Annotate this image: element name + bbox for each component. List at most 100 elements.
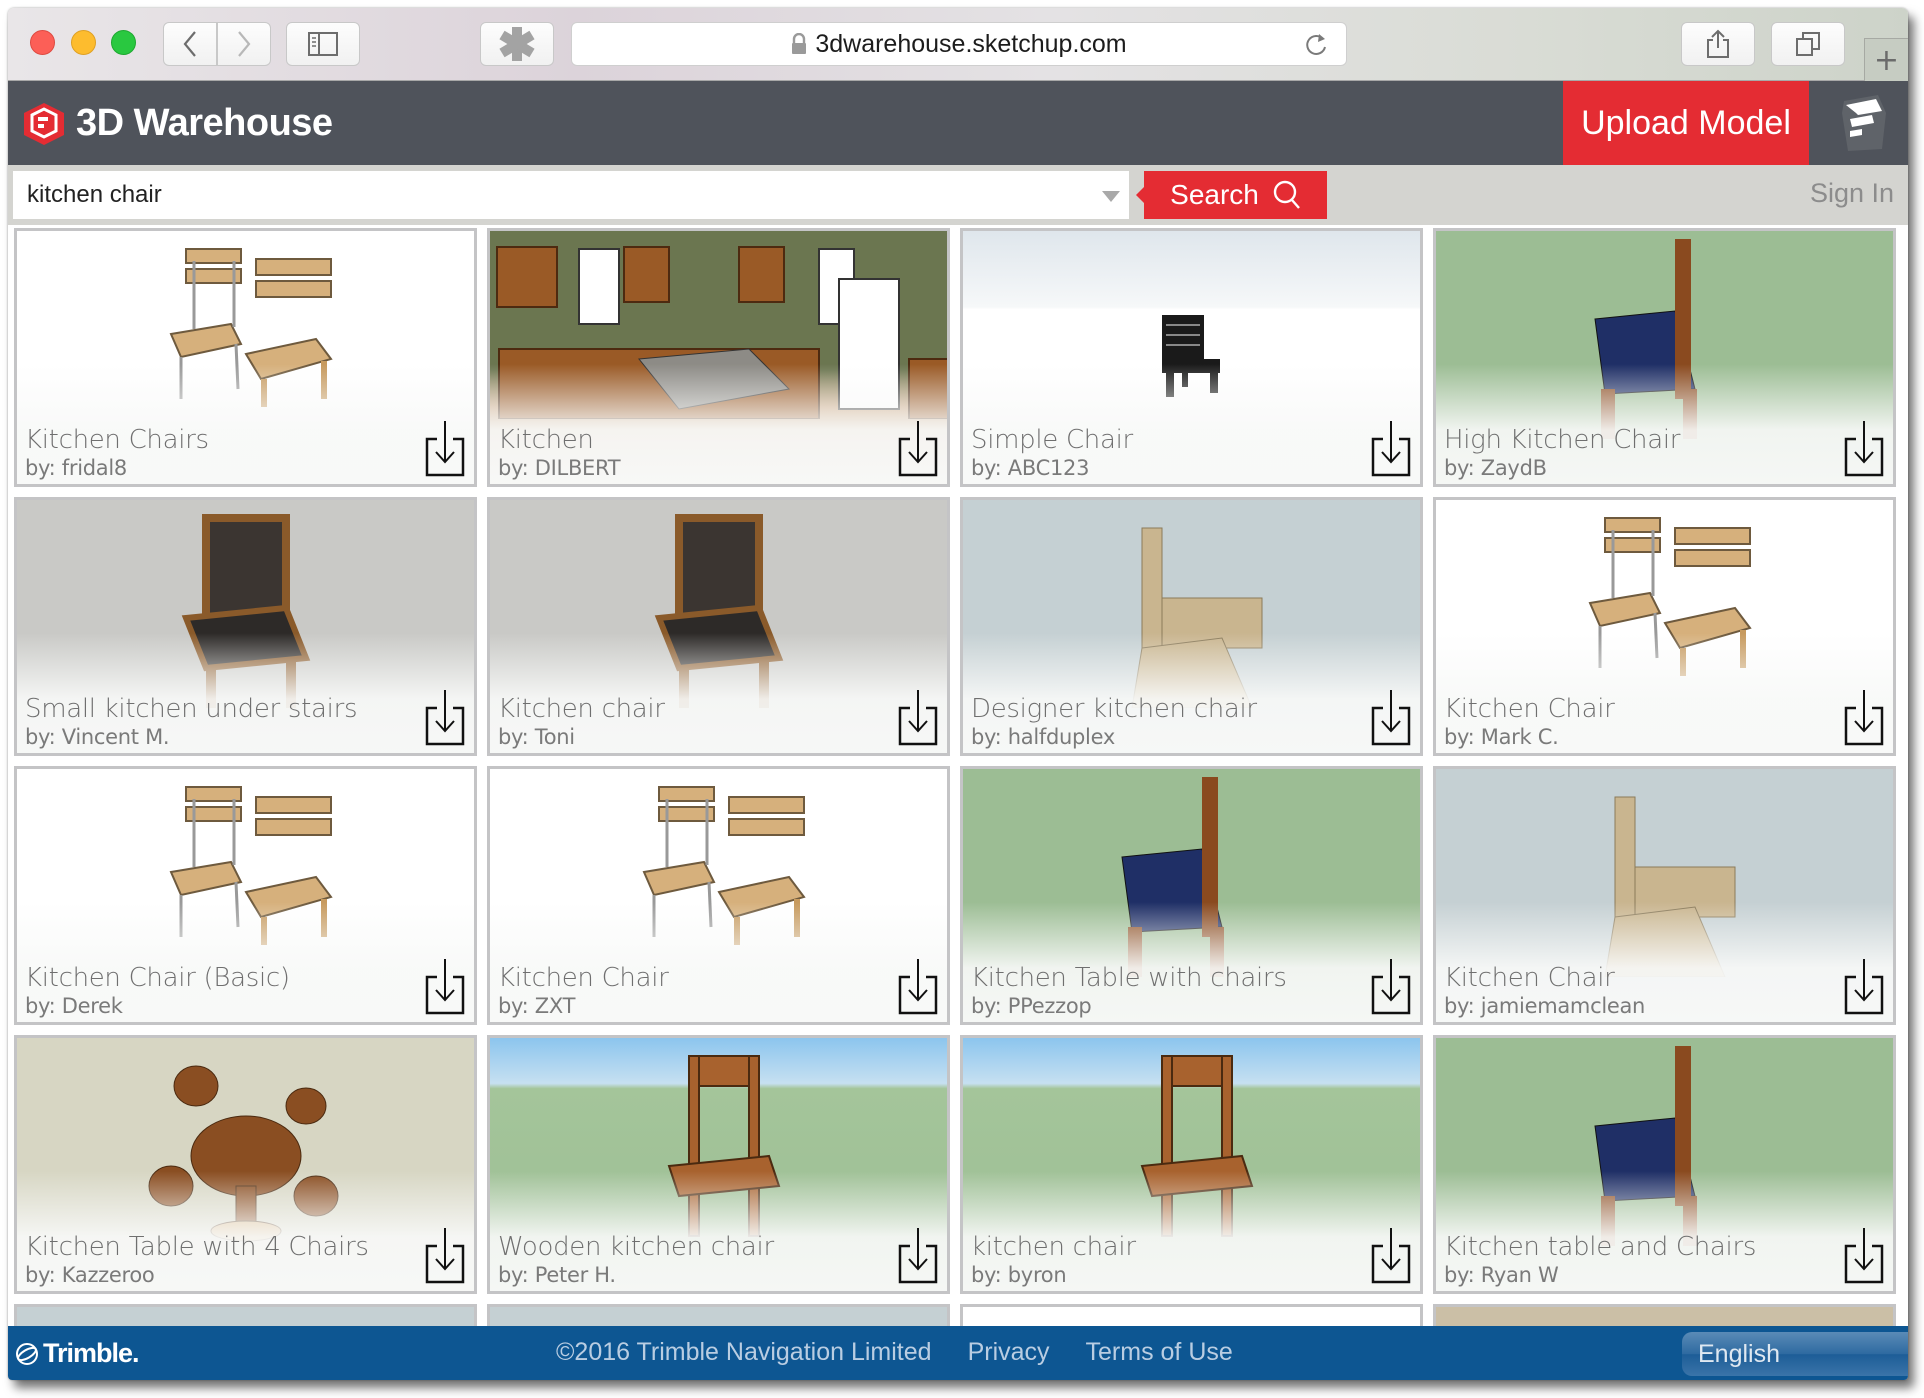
close-window-button[interactable] [30,30,55,55]
share-button[interactable] [1681,22,1755,66]
model-author[interactable]: by: halfduplex [971,725,1115,749]
download-icon[interactable] [425,419,465,477]
3d-warehouse-logo-icon [24,103,64,145]
download-icon[interactable] [898,957,938,1015]
trimble-globe-icon [16,1342,38,1365]
model-card[interactable]: Kitchen Chair (Basic) by: Derek [14,766,477,1025]
model-title[interactable]: Kitchen Chair (Basic) [25,963,290,993]
model-author[interactable]: by: byron [971,1263,1067,1287]
model-card[interactable]: kitchen chair by: byron [960,1035,1423,1294]
download-icon[interactable] [1844,957,1884,1015]
model-title[interactable]: Kitchen table and Chairs [1444,1232,1756,1262]
model-title[interactable]: kitchen chair [971,1232,1136,1262]
model-card[interactable]: Designer kitchen chair by: halfduplex [960,497,1423,756]
model-card[interactable]: Kitchen by: DILBERT [487,228,950,487]
model-title[interactable]: Kitchen Table with 4 Chairs [25,1232,369,1262]
model-card[interactable]: Kitchen Chair by: Mark C. [1433,497,1896,756]
site-header: 3D Warehouse Upload Model [8,81,1908,165]
sidebar-icon [308,32,338,56]
model-author[interactable]: by: ZXT [498,994,575,1018]
download-icon[interactable] [1371,688,1411,746]
search-input[interactable] [13,171,1129,219]
model-card[interactable]: Wooden kitchen chair by: Peter H. [487,1035,950,1294]
model-card[interactable]: Kitchen chair by: Toni [487,497,950,756]
search-bar: Search Sign In [8,165,1908,225]
model-title[interactable]: Kitchen Chairs [25,425,209,455]
model-author[interactable]: by: fridal8 [25,456,127,480]
download-icon[interactable] [1371,1226,1411,1284]
address-bar[interactable]: 3dwarehouse.sketchup.com [571,22,1347,66]
trimble-brand: Trimble. [43,1338,140,1368]
model-card[interactable]: Kitchen Table with 4 Chairs by: Kazzeroo [14,1035,477,1294]
search-button-label: Search [1170,179,1259,210]
site-title: 3D Warehouse [76,101,333,144]
model-author[interactable]: by: Vincent M. [25,725,170,749]
model-card[interactable]: High Kitchen Chair by: ZaydB [1433,228,1896,487]
download-icon[interactable] [1844,419,1884,477]
forward-button[interactable] [217,22,271,66]
model-author[interactable]: by: Peter H. [498,1263,616,1287]
language-selector[interactable]: English [1682,1332,1908,1376]
download-icon[interactable] [1371,957,1411,1015]
download-icon[interactable] [1844,1226,1884,1284]
model-author[interactable]: by: Derek [25,994,123,1018]
minimize-window-button[interactable] [71,30,96,55]
model-title[interactable]: Kitchen Chair [498,963,669,993]
search-button[interactable]: Search [1136,171,1327,219]
model-title[interactable]: Kitchen [498,425,594,455]
privacy-link[interactable]: Privacy [968,1338,1050,1367]
browser-toolbar: 3dwarehouse.sketchup.com + [8,8,1908,81]
sidebar-button[interactable] [286,22,360,66]
model-card[interactable]: Kitchen Chair by: jamiemamclean [1433,766,1896,1025]
tabs-overview-button[interactable] [1771,22,1845,66]
sketchup-menu-icon[interactable] [1838,93,1890,153]
download-icon[interactable] [1371,419,1411,477]
model-title[interactable]: Small kitchen under stairs [25,694,358,724]
asterisk-icon [499,27,535,61]
model-card[interactable]: Simple Chair by: ABC123 [960,228,1423,487]
upload-model-button[interactable]: Upload Model [1563,81,1809,165]
download-icon[interactable] [898,419,938,477]
model-author[interactable]: by: Mark C. [1444,725,1559,749]
model-author[interactable]: by: Ryan W [1444,1263,1559,1287]
model-title[interactable]: Simple Chair [971,425,1133,455]
back-button[interactable] [163,22,217,66]
model-author[interactable]: by: Kazzeroo [25,1263,155,1287]
extension-button[interactable] [480,22,554,66]
download-icon[interactable] [1844,688,1884,746]
model-title[interactable]: Designer kitchen chair [971,694,1257,724]
zoom-window-button[interactable] [111,30,136,55]
model-card[interactable]: Kitchen Chair by: ZXT [487,766,950,1025]
download-icon[interactable] [425,957,465,1015]
model-card[interactable]: Kitchen Table with chairs by: PPezzop [960,766,1423,1025]
plus-icon: + [1873,42,1900,78]
search-icon [1273,180,1300,209]
model-title[interactable]: Kitchen Table with chairs [971,963,1287,993]
model-author[interactable]: by: DILBERT [498,456,621,480]
sign-in-link[interactable]: Sign In [1810,178,1894,209]
site-logo[interactable]: 3D Warehouse [18,99,333,147]
model-card[interactable]: Small kitchen under stairs by: Vincent M… [14,497,477,756]
download-icon[interactable] [898,688,938,746]
copyright-text: ©2016 Trimble Navigation Limited [556,1338,932,1366]
model-title[interactable]: Kitchen Chair [1444,694,1615,724]
download-icon[interactable] [425,688,465,746]
new-tab-button[interactable]: + [1864,38,1908,81]
model-author[interactable]: by: ABC123 [971,456,1089,480]
model-title[interactable]: Wooden kitchen chair [498,1232,774,1262]
download-icon[interactable] [425,1226,465,1284]
model-author[interactable]: by: ZaydB [1444,456,1547,480]
model-author[interactable]: by: PPezzop [971,994,1092,1018]
search-options-dropdown-icon[interactable] [1102,191,1120,202]
model-card[interactable]: Kitchen table and Chairs by: Ryan W [1433,1035,1896,1294]
model-title[interactable]: Kitchen Chair [1444,963,1615,993]
terms-of-use-link[interactable]: Terms of Use [1086,1338,1233,1367]
model-author[interactable]: by: Toni [498,725,575,749]
download-icon[interactable] [898,1226,938,1284]
model-title[interactable]: Kitchen chair [498,694,665,724]
model-card[interactable]: Kitchen Chairs by: fridal8 [14,228,477,487]
model-author[interactable]: by: jamiemamclean [1444,994,1645,1018]
trimble-logo[interactable]: Trimble. [14,1338,140,1369]
reload-icon[interactable] [1304,31,1330,59]
model-title[interactable]: High Kitchen Chair [1444,425,1680,455]
